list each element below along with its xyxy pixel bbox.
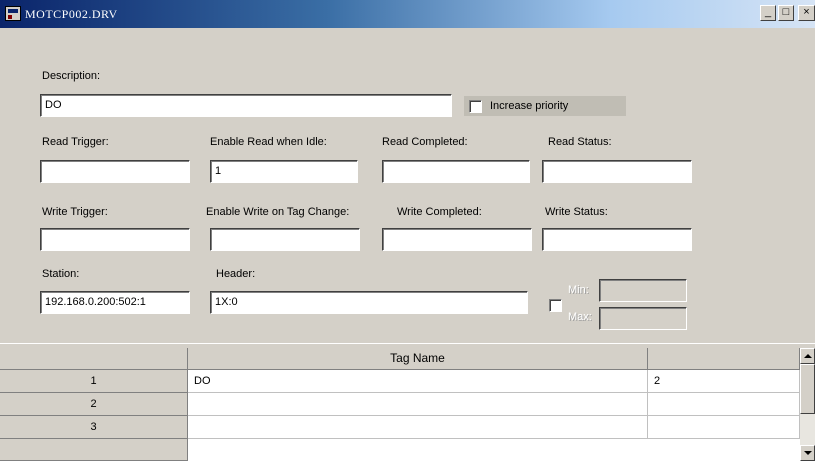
header-input[interactable]: 1X:0	[210, 291, 528, 314]
read-completed-label: Read Completed:	[382, 136, 468, 148]
scale-checkbox[interactable]	[549, 299, 562, 312]
tag-name-column-header[interactable]: Tag Name	[188, 348, 648, 370]
min-label: Min:	[568, 284, 589, 296]
tag-grid: Tag Name 1 DO 2 2 3	[0, 348, 800, 461]
description-input[interactable]: DO	[40, 94, 452, 117]
max-input	[599, 307, 687, 330]
tag-name-cell-2[interactable]	[188, 393, 648, 416]
row-header-1[interactable]: 1	[0, 370, 188, 393]
enable-write-change-label: Enable Write on Tag Change:	[206, 206, 350, 218]
address-cell-1[interactable]: 2	[648, 370, 800, 393]
write-trigger-input[interactable]	[40, 228, 190, 251]
minimize-button[interactable]: _	[760, 5, 776, 21]
tag-name-cell-1[interactable]: DO	[188, 370, 648, 393]
tag-name-cell-3[interactable]	[188, 416, 648, 439]
increase-priority-checkbox[interactable]	[469, 100, 482, 113]
window-title: MOTCP002.DRV	[25, 7, 118, 21]
write-status-input[interactable]	[542, 228, 692, 251]
close-button[interactable]: ×	[798, 5, 815, 21]
address-column-header[interactable]	[648, 348, 800, 370]
scroll-thumb[interactable]	[800, 364, 815, 414]
title-bar[interactable]: MOTCP002.DRV _ □ ×	[0, 0, 815, 28]
read-trigger-label: Read Trigger:	[42, 136, 109, 148]
driver-window: MOTCP002.DRV _ □ × Description: DO Incre…	[0, 0, 815, 461]
grid-corner-header[interactable]	[0, 348, 188, 370]
write-trigger-label: Write Trigger:	[42, 206, 108, 218]
read-status-label: Read Status:	[548, 136, 612, 148]
read-status-input[interactable]	[542, 160, 692, 183]
increase-priority-label: Increase priority	[490, 100, 569, 112]
write-status-label: Write Status:	[545, 206, 608, 218]
arrow-up-icon	[804, 354, 812, 358]
scroll-up-button[interactable]	[800, 348, 815, 364]
read-completed-input[interactable]	[382, 160, 530, 183]
write-completed-input[interactable]	[382, 228, 532, 251]
min-input	[599, 279, 687, 302]
row-header-4[interactable]	[0, 439, 188, 461]
max-label: Max:	[568, 311, 592, 323]
enable-write-change-input[interactable]	[210, 228, 360, 251]
read-trigger-input[interactable]	[40, 160, 190, 183]
description-label: Description:	[42, 70, 101, 82]
driver-app-icon	[5, 6, 21, 21]
address-cell-2[interactable]	[648, 393, 800, 416]
station-input[interactable]: 192.168.0.200:502:1	[40, 291, 190, 314]
row-header-2[interactable]: 2	[0, 393, 188, 416]
enable-read-idle-label: Enable Read when Idle:	[210, 136, 327, 148]
scroll-down-button[interactable]	[800, 445, 815, 461]
address-cell-3[interactable]	[648, 416, 800, 439]
maximize-button[interactable]: □	[778, 5, 794, 21]
header-label: Header:	[216, 268, 256, 280]
row-header-3[interactable]: 3	[0, 416, 188, 439]
arrow-down-icon	[804, 451, 812, 455]
driver-settings-form: Description: DO Increase priority Read T…	[0, 28, 815, 343]
grid-vertical-scrollbar[interactable]	[800, 348, 815, 461]
write-completed-label: Write Completed:	[397, 206, 482, 218]
station-label: Station:	[42, 268, 80, 280]
enable-read-idle-input[interactable]: 1	[210, 160, 358, 183]
